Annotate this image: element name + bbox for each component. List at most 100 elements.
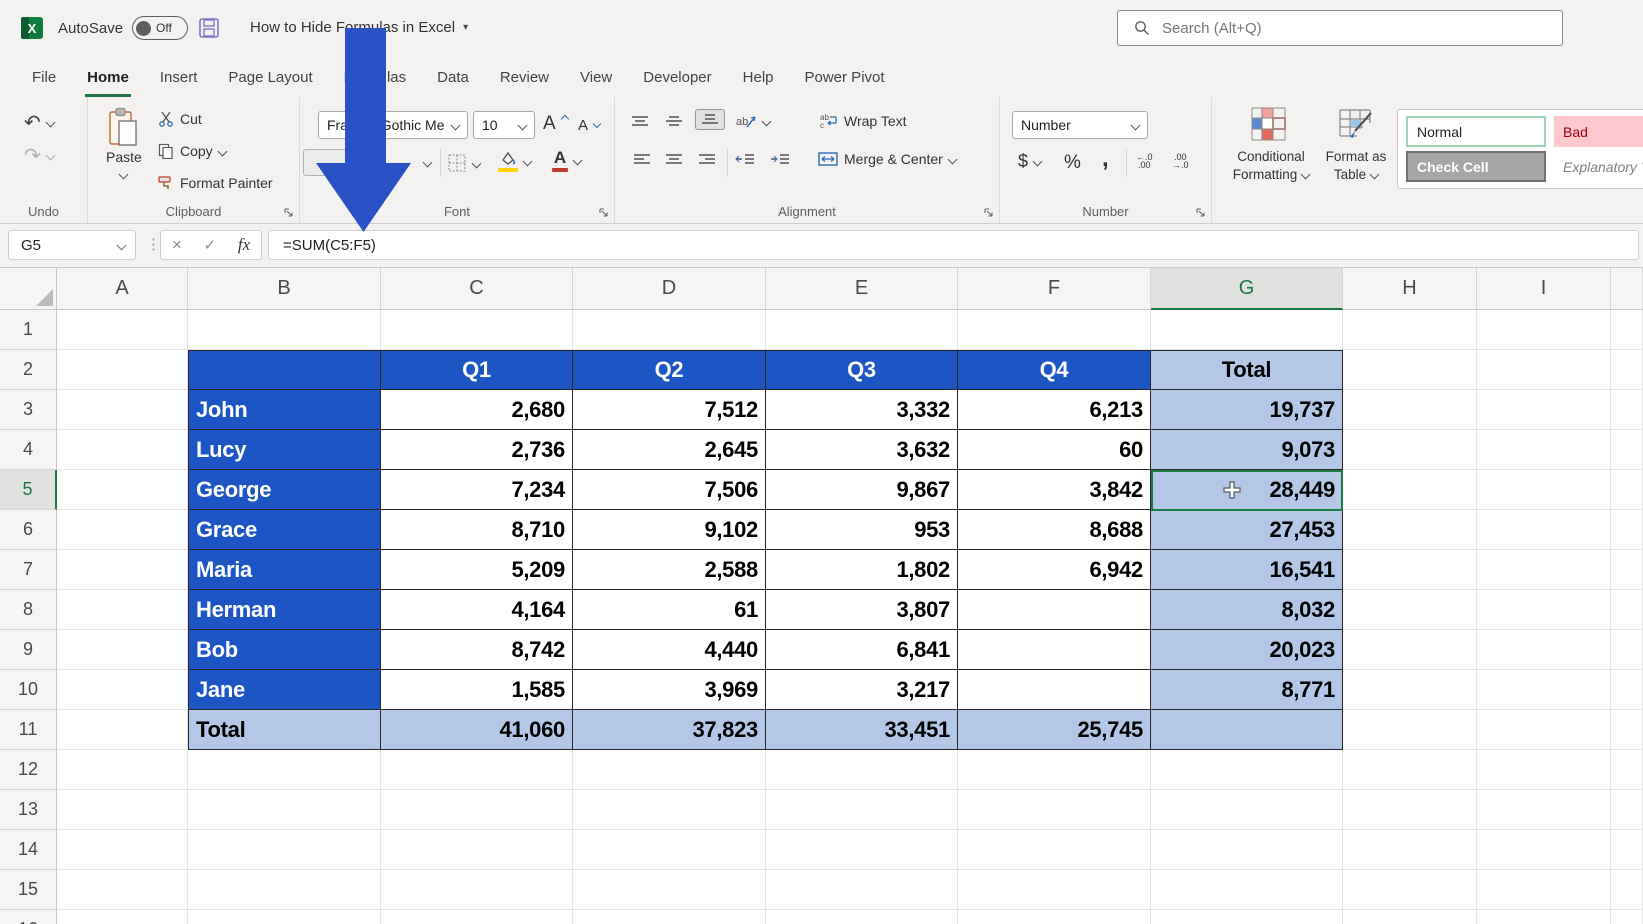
- tab-view[interactable]: View: [578, 58, 614, 97]
- column-header-E[interactable]: E: [766, 268, 958, 310]
- align-center-button[interactable]: [665, 153, 683, 166]
- cell-C13[interactable]: [381, 790, 573, 830]
- row-header-13[interactable]: 13: [0, 790, 57, 830]
- row-header-5[interactable]: 5: [0, 470, 57, 510]
- cell-H15[interactable]: [1343, 870, 1477, 910]
- cell-G2[interactable]: Total: [1151, 350, 1343, 390]
- cell-F4[interactable]: 60: [958, 430, 1151, 470]
- cell-E8[interactable]: 3,807: [766, 590, 958, 630]
- paste-button[interactable]: Paste: [106, 107, 142, 183]
- clipboard-dialog-launcher-icon[interactable]: [283, 207, 293, 217]
- cell-G3[interactable]: 19,737: [1151, 390, 1343, 430]
- borders-dropdown-icon[interactable]: [471, 158, 482, 168]
- cell-D12[interactable]: [573, 750, 766, 790]
- cell-I13[interactable]: [1477, 790, 1611, 830]
- cell-D16[interactable]: [573, 910, 766, 924]
- cell-F11[interactable]: 25,745: [958, 710, 1151, 750]
- cell-C1[interactable]: [381, 310, 573, 350]
- font-size-combo[interactable]: 10: [473, 111, 535, 139]
- cell-A6[interactable]: [57, 510, 188, 550]
- cell-H11[interactable]: [1343, 710, 1477, 750]
- cell-C8[interactable]: 4,164: [381, 590, 573, 630]
- cell-H6[interactable]: [1343, 510, 1477, 550]
- column-header-C[interactable]: C: [381, 268, 573, 310]
- cell-E12[interactable]: [766, 750, 958, 790]
- cell-C10[interactable]: 1,585: [381, 670, 573, 710]
- cell-F6[interactable]: 8,688: [958, 510, 1151, 550]
- cell-x3[interactable]: [1611, 390, 1643, 430]
- cell-B1[interactable]: [188, 310, 381, 350]
- cell-I15[interactable]: [1477, 870, 1611, 910]
- cell-F3[interactable]: 6,213: [958, 390, 1151, 430]
- conditional-formatting-button[interactable]: [1250, 105, 1288, 143]
- cell-D15[interactable]: [573, 870, 766, 910]
- row-header-10[interactable]: 10: [0, 670, 57, 710]
- select-all-corner[interactable]: [0, 268, 57, 310]
- number-format-combo[interactable]: Number: [1012, 111, 1148, 139]
- vertical-align-middle-button[interactable]: [665, 115, 683, 128]
- cell-I14[interactable]: [1477, 830, 1611, 870]
- cell-H2[interactable]: [1343, 350, 1477, 390]
- cell-B4[interactable]: Lucy: [188, 430, 381, 470]
- cell-G1[interactable]: [1151, 310, 1343, 350]
- cell-x4[interactable]: [1611, 430, 1643, 470]
- excel-app-icon[interactable]: X: [20, 16, 44, 40]
- cell-x7[interactable]: [1611, 550, 1643, 590]
- tab-review[interactable]: Review: [498, 58, 551, 97]
- insert-function-icon[interactable]: fx: [238, 235, 250, 255]
- row-header-15[interactable]: 15: [0, 870, 57, 910]
- vertical-align-bottom-button[interactable]: [695, 109, 725, 130]
- cell-E1[interactable]: [766, 310, 958, 350]
- tab-power-pivot[interactable]: Power Pivot: [803, 58, 887, 97]
- merge-center-button[interactable]: Merge & Center: [818, 151, 958, 167]
- row-header-9[interactable]: 9: [0, 630, 57, 670]
- cell-B15[interactable]: [188, 870, 381, 910]
- vertical-align-top-button[interactable]: [631, 115, 649, 128]
- autosave-toggle[interactable]: Off: [132, 16, 188, 40]
- cell-G6[interactable]: 27,453: [1151, 510, 1343, 550]
- align-left-button[interactable]: [633, 153, 651, 166]
- currency-button[interactable]: $: [1018, 151, 1043, 172]
- orientation-button[interactable]: ab: [735, 111, 772, 131]
- cell-H12[interactable]: [1343, 750, 1477, 790]
- copy-button[interactable]: Copy: [158, 143, 228, 159]
- name-box[interactable]: G5: [8, 230, 136, 260]
- search-box[interactable]: [1117, 10, 1563, 46]
- alignment-dialog-launcher-icon[interactable]: [983, 207, 993, 217]
- name-box-dropdown-icon[interactable]: [116, 240, 127, 250]
- tab-help[interactable]: Help: [741, 58, 776, 97]
- font-color-dropdown-icon[interactable]: [572, 155, 583, 166]
- cell-A4[interactable]: [57, 430, 188, 470]
- format-painter-button[interactable]: Format Painter: [158, 175, 273, 191]
- merge-center-dropdown-icon[interactable]: [947, 154, 958, 164]
- increase-font-button[interactable]: A: [543, 113, 569, 135]
- tab-data[interactable]: Data: [435, 58, 471, 97]
- copy-dropdown-icon[interactable]: [217, 146, 228, 156]
- orientation-dropdown-icon[interactable]: [761, 116, 772, 126]
- cell-I1[interactable]: [1477, 310, 1611, 350]
- cell-E14[interactable]: [766, 830, 958, 870]
- underline-dropdown-icon[interactable]: [422, 157, 433, 168]
- formula-input[interactable]: =SUM(C5:F5): [268, 230, 1639, 260]
- cell-F10[interactable]: [958, 670, 1151, 710]
- cell-H8[interactable]: [1343, 590, 1477, 630]
- tab-developer[interactable]: Developer: [641, 58, 713, 97]
- row-header-6[interactable]: 6: [0, 510, 57, 550]
- cell-D6[interactable]: 9,102: [573, 510, 766, 550]
- decrease-font-button[interactable]: A: [578, 117, 602, 134]
- cell-D1[interactable]: [573, 310, 766, 350]
- cell-A16[interactable]: [57, 910, 188, 924]
- cancel-icon[interactable]: ×: [172, 235, 182, 255]
- paste-dropdown-icon[interactable]: [118, 169, 129, 180]
- cell-B10[interactable]: Jane: [188, 670, 381, 710]
- cell-E9[interactable]: 6,841: [766, 630, 958, 670]
- cell-D14[interactable]: [573, 830, 766, 870]
- cell-G12[interactable]: [1151, 750, 1343, 790]
- cell-H10[interactable]: [1343, 670, 1477, 710]
- cell-D7[interactable]: 2,588: [573, 550, 766, 590]
- cell-D5[interactable]: 7,506: [573, 470, 766, 510]
- column-header-D[interactable]: D: [573, 268, 766, 310]
- search-input[interactable]: [1160, 18, 1524, 38]
- column-header-F[interactable]: F: [958, 268, 1151, 310]
- cell-C3[interactable]: 2,680: [381, 390, 573, 430]
